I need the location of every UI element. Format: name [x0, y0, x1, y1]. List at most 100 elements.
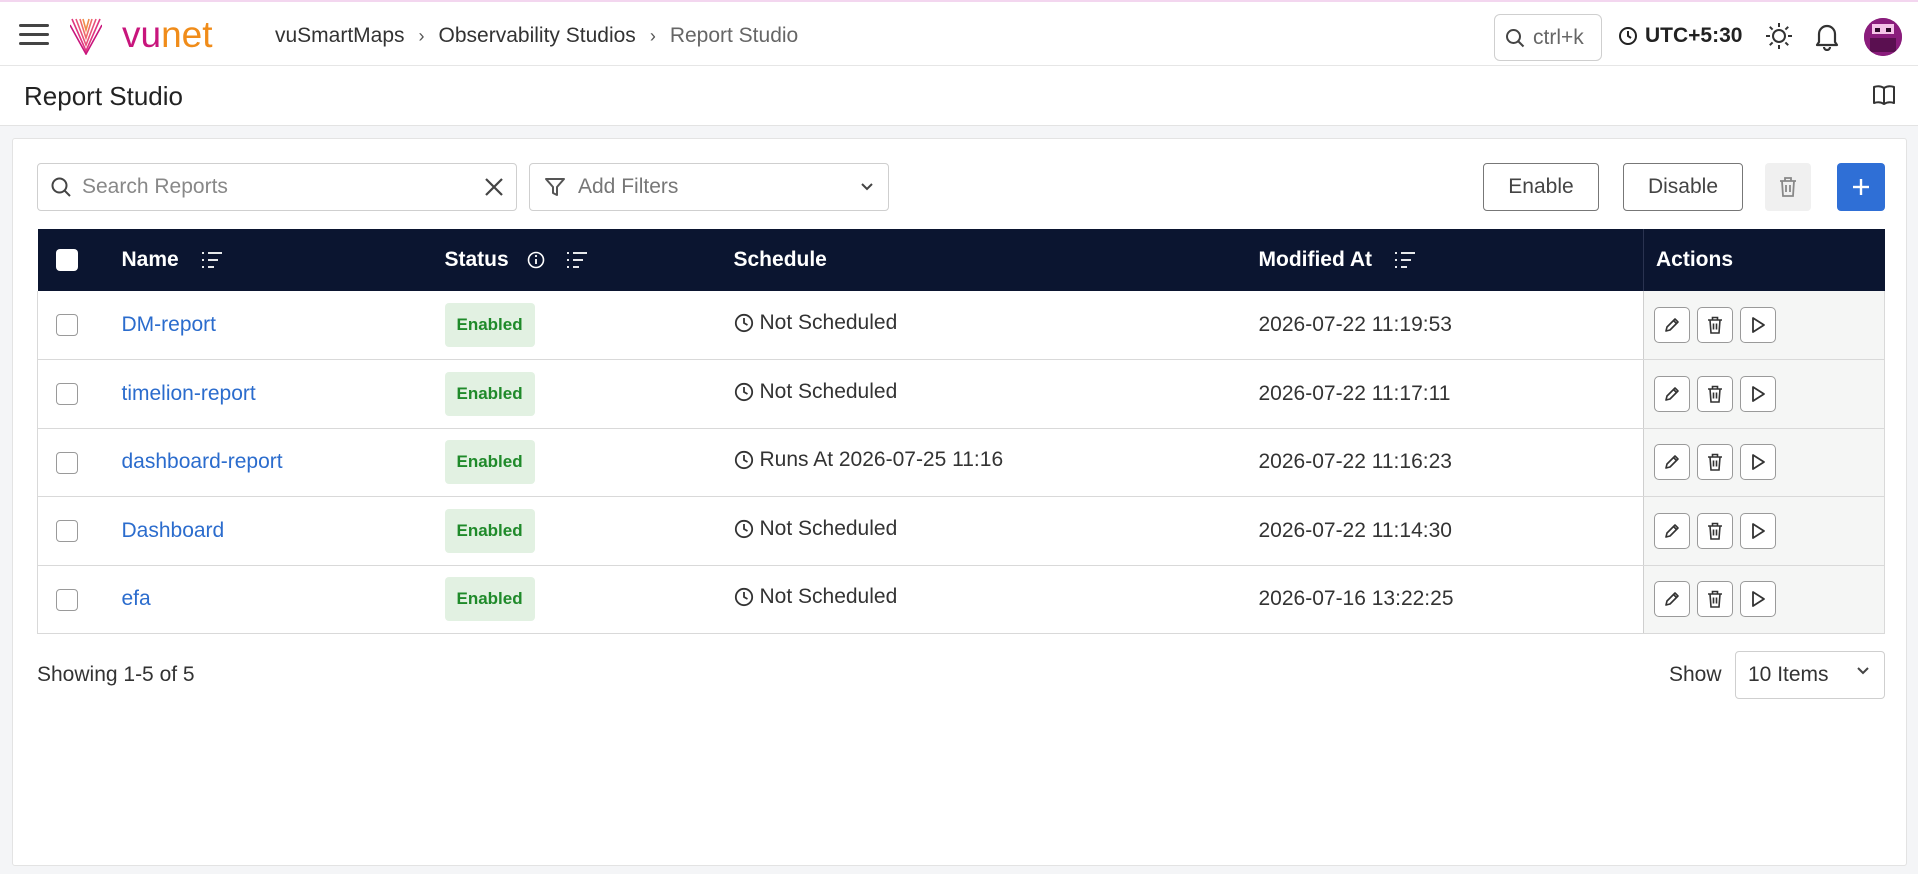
table-row[interactable]: timelion-report Enabled Not Scheduled 20…: [37, 359, 1885, 429]
sort-list-icon[interactable]: [201, 251, 223, 269]
notification-bell-icon[interactable]: [1812, 21, 1842, 51]
add-filters-dropdown[interactable]: Add Filters: [529, 163, 889, 211]
report-name-link[interactable]: dashboard-report: [122, 450, 283, 473]
breadcrumb-item-vusmartmaps[interactable]: vuSmartMaps: [275, 24, 405, 48]
chevron-right-icon: ›: [649, 25, 656, 46]
name-cell: DM-report: [121, 291, 445, 360]
run-report-button[interactable]: [1740, 375, 1776, 412]
timezone-selector[interactable]: UTC+5:30: [1618, 24, 1742, 48]
global-search-button[interactable]: ctrl+k: [1494, 14, 1602, 61]
row-select-cell: [37, 428, 122, 497]
edit-button[interactable]: [1654, 444, 1690, 481]
pencil-icon: [1665, 592, 1679, 607]
schedule-cell: Not Scheduled: [733, 291, 1259, 360]
play-icon: [1752, 454, 1765, 471]
edit-button[interactable]: [1654, 375, 1690, 412]
delete-button[interactable]: [1697, 581, 1733, 618]
bulk-delete-button[interactable]: [1765, 163, 1811, 211]
user-avatar[interactable]: [1864, 18, 1902, 56]
column-header-status[interactable]: Status: [444, 229, 734, 291]
report-name-link[interactable]: efa: [122, 587, 151, 610]
run-report-button[interactable]: [1740, 444, 1776, 481]
status-badge: Enabled: [444, 508, 535, 553]
delete-button[interactable]: [1697, 512, 1733, 549]
trash-icon: [1708, 590, 1722, 609]
reports-table: Name Status Schedule Modified At Actions…: [37, 229, 1885, 634]
play-icon: [1752, 317, 1765, 333]
table-row[interactable]: efa Enabled Not Scheduled 2026-07-16 13:…: [37, 565, 1885, 634]
row-checkbox[interactable]: [56, 520, 78, 543]
delete-button[interactable]: [1697, 375, 1733, 412]
schedule-text: Not Scheduled: [759, 379, 898, 403]
documentation-book-icon[interactable]: [1872, 84, 1896, 111]
status-cell: Enabled: [444, 496, 734, 566]
breadcrumb-item-report-studio: Report Studio: [669, 24, 799, 47]
actions-cell: [1643, 565, 1885, 634]
run-report-button[interactable]: [1740, 307, 1776, 343]
page-size-label: Show: [1669, 663, 1722, 686]
pagination-summary: Showing 1-5 of 5: [37, 663, 195, 686]
row-checkbox[interactable]: [56, 383, 78, 406]
schedule-cell: Runs At 2026-07-25 11:16: [733, 428, 1259, 497]
add-report-button[interactable]: [1837, 163, 1885, 211]
row-checkbox[interactable]: [56, 314, 78, 337]
status-badge: Enabled: [444, 440, 535, 485]
run-report-button[interactable]: [1740, 512, 1776, 549]
column-header-name[interactable]: Name: [121, 229, 445, 291]
edit-button[interactable]: [1654, 581, 1690, 618]
enable-button[interactable]: Enable: [1483, 163, 1599, 211]
modified-cell: 2026-07-22 11:14:30: [1258, 496, 1644, 566]
row-checkbox[interactable]: [56, 588, 78, 611]
name-cell: efa: [121, 565, 445, 634]
search-reports-input[interactable]: [82, 175, 484, 199]
select-all-checkbox[interactable]: [55, 249, 78, 272]
edit-button[interactable]: [1654, 307, 1690, 343]
trash-icon: [1708, 316, 1722, 334]
sort-list-icon[interactable]: [1394, 251, 1416, 269]
actions-cell: [1643, 428, 1885, 497]
menu-icon[interactable]: [19, 24, 49, 46]
table-row[interactable]: DM-report Enabled Not Scheduled 2026-07-…: [37, 291, 1885, 360]
logo-wordmark: vunet: [122, 14, 213, 55]
search-reports-field[interactable]: [37, 163, 517, 211]
column-actions-label: Actions: [1656, 248, 1734, 271]
delete-button[interactable]: [1697, 307, 1733, 343]
report-name-link[interactable]: DM-report: [122, 313, 217, 336]
page-size-value: 10 Items: [1748, 663, 1829, 686]
actions-cell: [1643, 291, 1885, 360]
report-name-link[interactable]: timelion-report: [122, 382, 256, 405]
name-cell: Dashboard: [121, 496, 445, 566]
vunet-logo[interactable]: vunet: [70, 15, 213, 55]
disable-button[interactable]: Disable: [1623, 163, 1743, 211]
report-name-link[interactable]: Dashboard: [122, 519, 225, 542]
clock-icon: [1619, 27, 1637, 45]
breadcrumb-item-observability-studios[interactable]: Observability Studios: [439, 24, 636, 48]
info-icon[interactable]: [527, 251, 545, 269]
table-row[interactable]: dashboard-report Enabled Runs At 2026-07…: [37, 428, 1885, 497]
filter-funnel-icon: [545, 178, 565, 196]
schedule-cell: Not Scheduled: [733, 359, 1259, 429]
chevron-down-icon: [861, 183, 873, 191]
play-icon: [1752, 385, 1765, 402]
row-checkbox[interactable]: [56, 451, 78, 474]
column-header-schedule: Schedule: [733, 229, 1259, 291]
sort-list-icon[interactable]: [566, 251, 588, 269]
column-header-modified[interactable]: Modified At: [1258, 229, 1644, 291]
status-badge: Enabled: [444, 371, 535, 416]
theme-toggle-sun-icon[interactable]: [1764, 21, 1794, 51]
clear-search-close-icon[interactable]: [484, 177, 504, 197]
modified-cell: 2026-07-22 11:19:53: [1258, 291, 1644, 360]
plus-icon: [1853, 179, 1869, 195]
status-cell: Enabled: [444, 359, 734, 429]
select-all-cell: [37, 229, 122, 291]
table-row[interactable]: Dashboard Enabled Not Scheduled 2026-07-…: [37, 496, 1885, 566]
page-size-select[interactable]: 10 Items: [1735, 651, 1885, 699]
edit-button[interactable]: [1654, 512, 1690, 549]
delete-button[interactable]: [1697, 444, 1733, 481]
actions-cell: [1643, 359, 1885, 429]
modified-cell: 2026-07-16 13:22:25: [1258, 565, 1644, 634]
run-report-button[interactable]: [1740, 581, 1776, 618]
search-icon: [51, 177, 71, 197]
modified-cell: 2026-07-22 11:17:11: [1258, 359, 1644, 429]
pencil-icon: [1665, 523, 1679, 538]
